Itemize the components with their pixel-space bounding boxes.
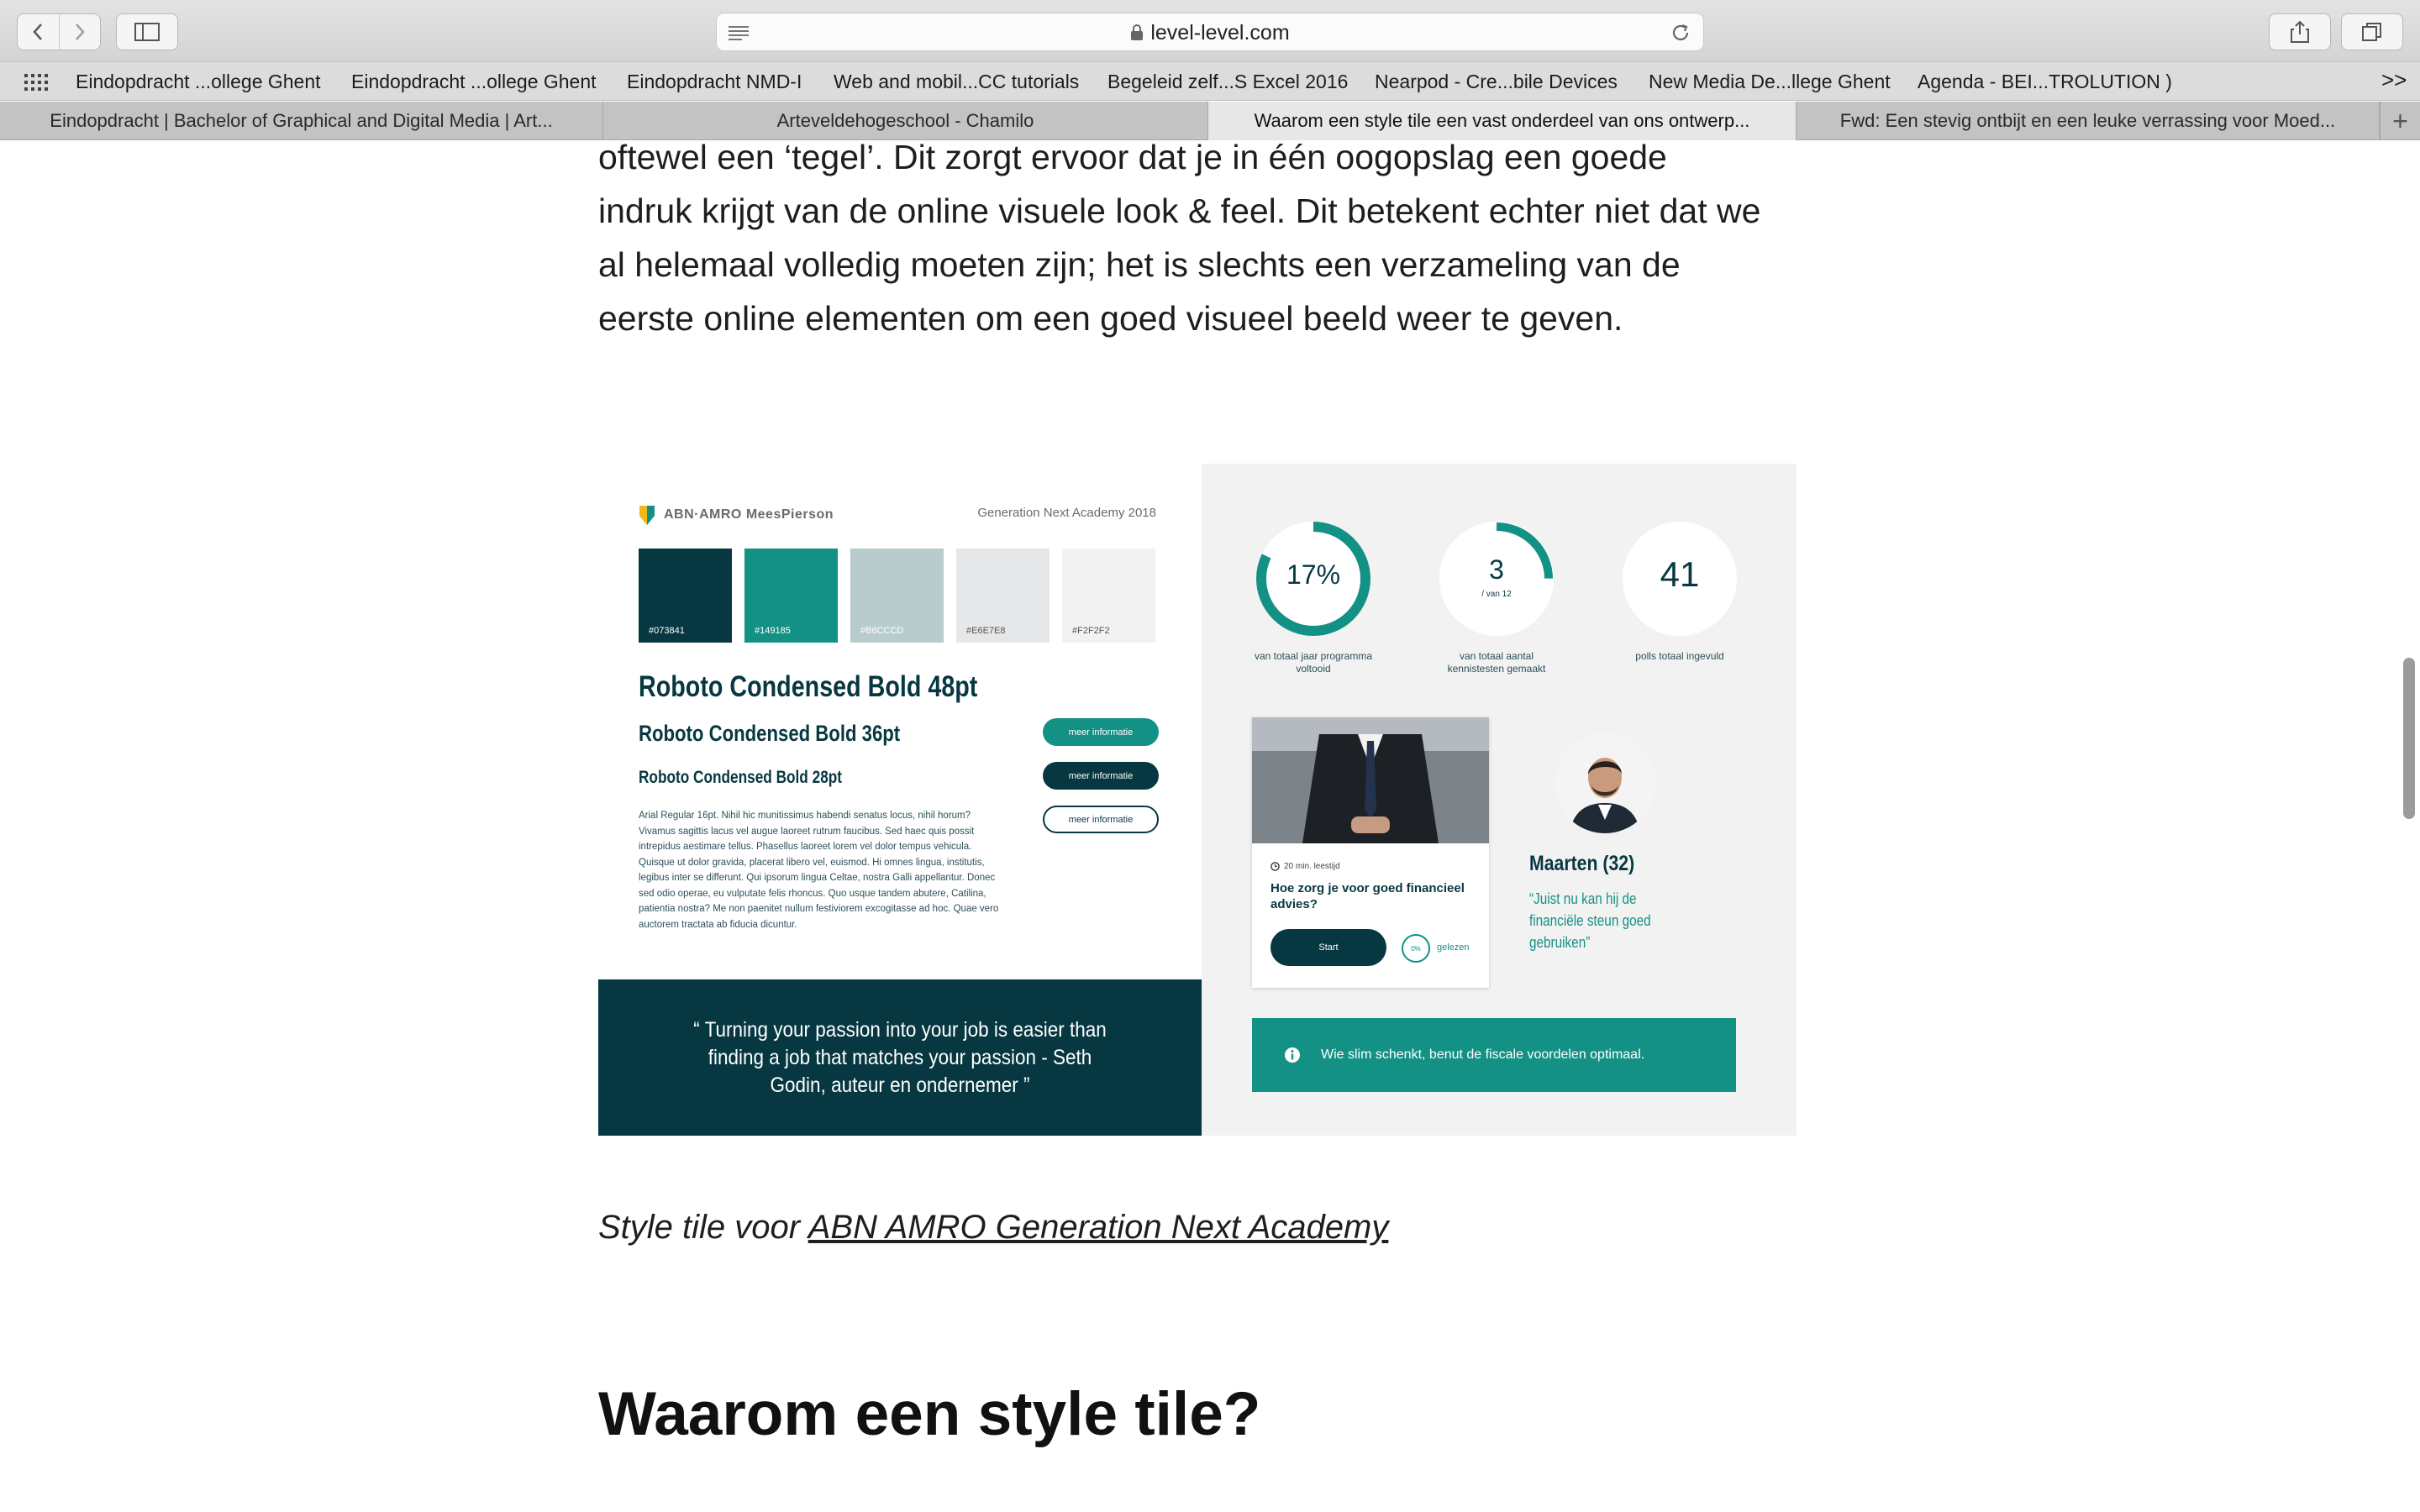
stat-program-progress: 17% van totaal jaar programma voltooid [1250, 516, 1376, 675]
caption-link[interactable]: ABN AMRO Generation Next Academy [808, 1209, 1389, 1246]
swatch-light-grey: #E6E7E8 [956, 549, 1050, 643]
card-title: Hoe zorg je voor goed financieel advies? [1270, 881, 1465, 911]
image-caption: Style tile voor ABN AMRO Generation Next… [598, 1209, 1388, 1247]
tile-button-outline: meer informatie [1043, 806, 1159, 833]
swatch-label: #F2F2F2 [1072, 626, 1110, 636]
info-text: Wie slim schenkt, benut de fiscale voord… [1321, 1047, 1645, 1062]
bookmark-item[interactable]: New Media De...llege Ghent [1649, 71, 1891, 93]
swatch-off-white: #F2F2F2 [1062, 549, 1155, 643]
swatch-grey-teal: #B8CCCD [850, 549, 944, 643]
card-read-label: gelezen [1437, 942, 1470, 953]
heading-sample-36: Roboto Condensed Bold 36pt [639, 721, 901, 746]
card-start-button: Start [1270, 929, 1386, 966]
abn-amro-logo: ABN·AMRO MeesPierson [639, 504, 834, 526]
bookmark-item[interactable]: Web and mobil...CC tutorials [834, 71, 1079, 93]
stat-caption: van totaal jaar programma voltooid [1254, 650, 1373, 675]
style-tile-image: ABN·AMRO MeesPierson Generation Next Aca… [598, 464, 1797, 1136]
bookmark-item[interactable]: Agenda - BEI...TROLUTION ) [1918, 71, 2172, 93]
back-button[interactable] [18, 14, 59, 50]
stat-tests-made: 3 / van 12 van totaal aantal kennisteste… [1434, 516, 1560, 675]
swatch-label: #E6E7E8 [966, 626, 1006, 636]
stat-value: 3 [1489, 554, 1504, 585]
card-meta: 20 min. leestijd [1270, 862, 1340, 871]
stat-sub: / van 12 [1481, 590, 1512, 599]
avatar [1555, 732, 1655, 833]
stat-caption: polls totaal ingevuld [1635, 650, 1724, 662]
bookmark-item[interactable]: Begeleid zelf...S Excel 2016 [1107, 71, 1348, 93]
logo-text: ABN·AMRO MeesPierson [664, 507, 834, 522]
forward-button[interactable] [58, 14, 101, 50]
url-text: level-level.com [1150, 20, 1290, 45]
persona-quote: “Juist nu kan hij de financiële steun go… [1529, 890, 1651, 951]
bookmarks-bar: Eindopdracht ...ollege Ghent Eindopdrach… [0, 62, 2420, 101]
heading-sample-48: Roboto Condensed Bold 48pt [639, 670, 978, 703]
tab-overview-button[interactable] [2341, 13, 2403, 50]
quote-text: “ Turning your passion into your job is … [693, 1017, 1107, 1097]
program-label: Generation Next Academy 2018 [977, 506, 1156, 520]
share-icon [2291, 20, 2309, 43]
stat-value: 17% [1286, 559, 1341, 590]
bookmark-item[interactable]: Eindopdracht ...ollege Ghent [76, 71, 321, 93]
tab-fwd-email[interactable]: Fwd: Een stevig ontbijt en een leuke ver… [1797, 102, 2380, 140]
swatch-label: #149185 [755, 626, 791, 636]
section-heading: Waarom een style tile? [598, 1380, 1261, 1448]
address-bar[interactable]: level-level.com [716, 13, 1704, 51]
scrollbar-thumb[interactable] [2403, 658, 2415, 819]
bookmarks-overflow-button[interactable]: >> [2381, 67, 2407, 93]
intro-paragraph: oftewel een ‘tegel’. Dit zorgt ervoor da… [598, 140, 1808, 345]
intro-line: oftewel een ‘tegel’. Dit zorgt ervoor da… [598, 140, 1667, 176]
card-meta-text: 20 min. leestijd [1284, 862, 1340, 871]
history-navigation [17, 13, 101, 50]
intro-line: indruk krijgt van de online visuele look… [598, 192, 1761, 230]
page-content: oftewel een ‘tegel’. Dit zorgt ervoor da… [0, 140, 2420, 1512]
chevron-right-icon [75, 24, 85, 40]
tab-style-tile-article[interactable]: Waarom een style tile een vast onderdeel… [1208, 102, 1797, 140]
reload-icon[interactable] [1670, 22, 1691, 44]
sidebar-button[interactable] [116, 13, 178, 50]
card-photo [1252, 717, 1489, 843]
style-tile-right-panel: 17% van totaal jaar programma voltooid 3… [1202, 464, 1797, 1136]
browser-toolbar: level-level.com [0, 0, 2420, 62]
tile-button-primary: meer informatie [1043, 718, 1159, 746]
stat-caption: van totaal aantal kennistesten gemaakt [1447, 650, 1546, 675]
tab-eindopdracht[interactable]: Eindopdracht | Bachelor of Graphical and… [0, 102, 603, 140]
swatch-dark: #073841 [639, 549, 732, 643]
stat-value: 41 [1660, 554, 1700, 594]
info-banner: Wie slim schenkt, benut de fiscale voord… [1252, 1018, 1736, 1092]
lock-icon [1131, 24, 1144, 40]
share-button[interactable] [2269, 13, 2331, 50]
shield-logo-icon [639, 506, 655, 525]
style-tile-left-panel: ABN·AMRO MeesPierson Generation Next Aca… [598, 464, 1202, 1136]
bookmark-item[interactable]: Nearpod - Cre...bile Devices [1375, 71, 1618, 93]
tab-chamilo[interactable]: Arteveldehogeschool - Chamilo [603, 102, 1208, 140]
body-text-sample: Arial Regular 16pt. Nihil hic munitissim… [639, 811, 999, 930]
bookmark-item[interactable]: Eindopdracht NMD-I [627, 71, 802, 93]
intro-line: al helemaal volledig moeten zijn; het is… [598, 245, 1681, 284]
article-card: 20 min. leestijd Hoe zorg je voor goed f… [1252, 717, 1489, 988]
new-tab-button[interactable]: + [2380, 102, 2420, 140]
stat-polls: 41 polls totaal ingevuld [1617, 516, 1743, 663]
quote-block: “ Turning your passion into your job is … [598, 979, 1202, 1136]
intro-line: eerste online elementen om een goed visu… [598, 299, 1623, 338]
color-swatches: #073841 #149185 #B8CCCD #E6E7E8 #F2F2F2 [639, 549, 1155, 643]
swatch-teal: #149185 [744, 549, 838, 643]
caption-prefix: Style tile voor [598, 1209, 808, 1246]
clock-icon [1270, 862, 1280, 871]
sidebar-icon [134, 23, 160, 41]
tile-button-dark: meer informatie [1043, 762, 1159, 790]
progress-ring: 41 [1617, 516, 1743, 642]
info-icon [1285, 1047, 1300, 1063]
progress-ring: 3 / van 12 [1434, 516, 1560, 642]
swatch-label: #B8CCCD [860, 626, 904, 636]
heading-sample-28: Roboto Condensed Bold 28pt [639, 768, 843, 787]
chevron-left-icon [33, 24, 43, 40]
card-progress: 0% [1402, 934, 1430, 963]
bookmark-item[interactable]: Eindopdracht ...ollege Ghent [351, 71, 597, 93]
persona-name: Maarten (32) [1529, 852, 1635, 875]
swatch-label: #073841 [649, 626, 685, 636]
tab-bar: Eindopdracht | Bachelor of Graphical and… [0, 102, 2420, 140]
progress-ring: 17% [1250, 516, 1376, 642]
tabs-icon [2362, 23, 2381, 41]
grid-icon[interactable] [24, 73, 49, 92]
